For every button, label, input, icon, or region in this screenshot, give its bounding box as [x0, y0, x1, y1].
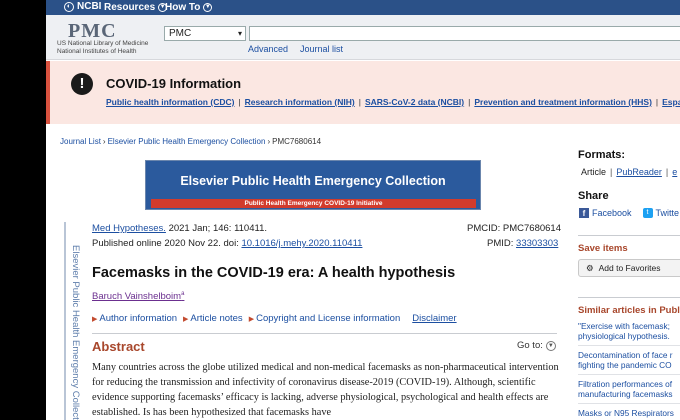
covid-banner: ! COVID-19 Information Public health inf… — [46, 61, 680, 124]
pmid-line: PMID: 33303303 — [487, 238, 558, 249]
similar-articles-list: "Exercise with facemask; physiological h… — [578, 321, 680, 420]
search-input[interactable] — [249, 26, 680, 41]
select-arrow-icon: ▾ — [237, 29, 242, 38]
article-notes-link[interactable]: Article notes — [190, 313, 242, 324]
citation-line: Med Hypotheses. 2021 Jan; 146: 110411. — [92, 223, 267, 234]
format-article: Article — [581, 167, 607, 177]
gear-icon: ⚙ — [586, 262, 594, 273]
breadcrumb-collection[interactable]: Elsevier Public Health Emergency Collect… — [108, 137, 266, 146]
copyright-toggle[interactable]: ▶ Copyright and License information — [249, 313, 401, 324]
collection-side-label[interactable]: Elsevier Public Health Emergency Collect… — [70, 245, 81, 420]
ncbi-logo-icon: ◐ — [64, 1, 74, 12]
author-line: Baruch Vainshelboima — [92, 291, 184, 302]
alert-icon: ! — [71, 73, 93, 95]
disclaimer-link[interactable]: Disclaimer — [412, 313, 456, 324]
collection-banner-subtitle: Public Health Emergency COVID-19 Initiat… — [151, 199, 476, 208]
author-link[interactable]: Baruch Vainshelboim — [92, 291, 181, 302]
expand-triangle-icon: ▶ — [92, 316, 98, 323]
save-items-heading: Save items — [578, 243, 628, 254]
ncbi-top-bar: ◐ NCBI Resources ▼ How To ▼ — [46, 0, 680, 15]
pmc-header: PMC US National Library of Medicine Nati… — [46, 15, 680, 60]
format-pubreader-link[interactable]: PubReader — [616, 167, 662, 177]
list-item[interactable]: Masks or N95 Respirators — [578, 408, 680, 420]
journal-link[interactable]: Med Hypotheses. — [92, 223, 166, 234]
breadcrumb-journal-list[interactable]: Journal List — [60, 137, 101, 146]
similar-articles-heading: Similar articles in Publ — [578, 305, 680, 316]
formats-heading: Formats: — [578, 149, 626, 161]
ncbi-logo[interactable]: ◐ NCBI — [64, 1, 101, 12]
org-line-1: US National Library of Medicine — [57, 40, 149, 47]
share-facebook-link[interactable]: Facebook — [592, 208, 632, 218]
pmcid-text: PMCID: PMC7680614 — [467, 223, 561, 234]
expand-triangle-icon: ▶ — [248, 316, 255, 323]
pmc-org-text: US National Library of Medicine National… — [57, 40, 148, 56]
author-information-link[interactable]: Author information — [99, 313, 177, 324]
pmid-label: PMID: — [487, 238, 517, 249]
howto-menu-label: How To — [165, 2, 201, 13]
ncbi-logo-text: NCBI — [77, 1, 102, 12]
share-heading: Share — [578, 190, 609, 202]
twitter-icon[interactable]: t — [642, 208, 653, 218]
article-info-links: ▶ Author information ▶ Article notes ▶ Copy… — [92, 313, 457, 324]
similar-article-link[interactable]: Filtration performances of manufacturing… — [578, 379, 680, 399]
advanced-search-link[interactable]: Advanced — [248, 44, 288, 54]
abstract-heading: Abstract — [92, 339, 145, 354]
add-to-favorites-button[interactable]: ⚙ Add to Favorites — [578, 259, 680, 277]
share-row: f Facebook t Twitte — [579, 208, 679, 218]
breadcrumb-current: PMC7680614 — [272, 137, 322, 146]
resources-menu-label: Resources — [104, 2, 156, 13]
collection-banner-title: Elsevier Public Health Emergency Collect… — [180, 174, 446, 188]
collection-side-rule — [64, 222, 66, 420]
similar-divider — [578, 297, 680, 298]
database-select[interactable]: PMC ▾ — [164, 26, 246, 41]
chevron-down-icon: ▼ — [545, 340, 556, 351]
list-item[interactable]: Filtration performances of manufacturing… — [578, 379, 680, 404]
covid-banner-links: Public health information (CDC) | Research… — [106, 97, 680, 107]
covid-link-espanol[interactable]: Españ — [662, 97, 680, 107]
covid-link-cdc[interactable]: Public health information (CDC) — [106, 97, 234, 107]
covid-link-ncbi[interactable]: SARS-CoV-2 data (NCBI) — [365, 97, 464, 107]
covid-banner-title: COVID-19 Information — [106, 76, 242, 91]
share-twitter-link[interactable]: Twitte — [656, 208, 680, 218]
similar-article-link[interactable]: Masks or N95 Respirators — [578, 408, 674, 418]
article-notes-toggle[interactable]: ▶ Article notes — [183, 313, 243, 324]
journal-list-link[interactable]: Journal list — [300, 44, 343, 54]
published-line: Published online 2020 Nov 22. doi: 10.10… — [92, 238, 362, 249]
covid-link-nih[interactable]: Research information (NIH) — [245, 97, 355, 107]
collection-banner[interactable]: Elsevier Public Health Emergency Collect… — [145, 160, 481, 210]
author-information-toggle[interactable]: ▶ Author information — [92, 313, 177, 324]
save-divider — [578, 235, 680, 236]
expand-triangle-icon: ▶ — [183, 316, 189, 323]
add-to-favorites-label: Add to Favorites — [598, 263, 661, 273]
doi-link[interactable]: 10.1016/j.mehy.2020.110411 — [241, 238, 362, 249]
resources-menu[interactable]: Resources ▼ — [104, 2, 168, 13]
similar-article-link[interactable]: "Exercise with facemask; physiological h… — [578, 321, 680, 341]
database-select-value: PMC — [169, 28, 192, 39]
article-title: Facemasks in the COVID-19 era: A health … — [92, 265, 456, 281]
chevron-down-icon: ▼ — [203, 3, 213, 12]
breadcrumb: Journal List › Elsevier Public Health Emer… — [60, 137, 322, 146]
list-item[interactable]: Decontamination of face r fighting the p… — [578, 350, 680, 375]
abstract-divider — [92, 333, 557, 334]
covid-link-hhs[interactable]: Prevention and treatment information (HH… — [474, 97, 652, 107]
howto-menu[interactable]: How To ▼ — [165, 2, 213, 13]
list-item[interactable]: "Exercise with facemask; physiological h… — [578, 321, 680, 346]
format-links: Article | PubReader | e — [581, 167, 678, 177]
copyright-link[interactable]: Copyright and License information — [256, 313, 400, 324]
published-text: Published online 2020 Nov 22. doi: — [92, 238, 242, 249]
format-epub-link[interactable]: e — [672, 167, 677, 177]
author-affiliation-mark: a — [181, 291, 185, 297]
facebook-icon[interactable]: f — [579, 208, 589, 218]
pmid-link[interactable]: 33303303 — [516, 238, 558, 249]
goto-dropdown[interactable]: Go to: ▼ — [517, 340, 556, 351]
org-line-2: National Institutes of Health — [57, 48, 137, 55]
goto-label: Go to: — [517, 340, 543, 351]
similar-article-link[interactable]: Decontamination of face r fighting the p… — [578, 350, 680, 370]
abstract-text: Many countries across the globe utilized… — [92, 362, 559, 418]
citation-date: 2021 Jan; 146: 110411. — [165, 223, 268, 234]
browser-page: ◐ NCBI Resources ▼ How To ▼ PMC US Natio… — [46, 0, 680, 420]
